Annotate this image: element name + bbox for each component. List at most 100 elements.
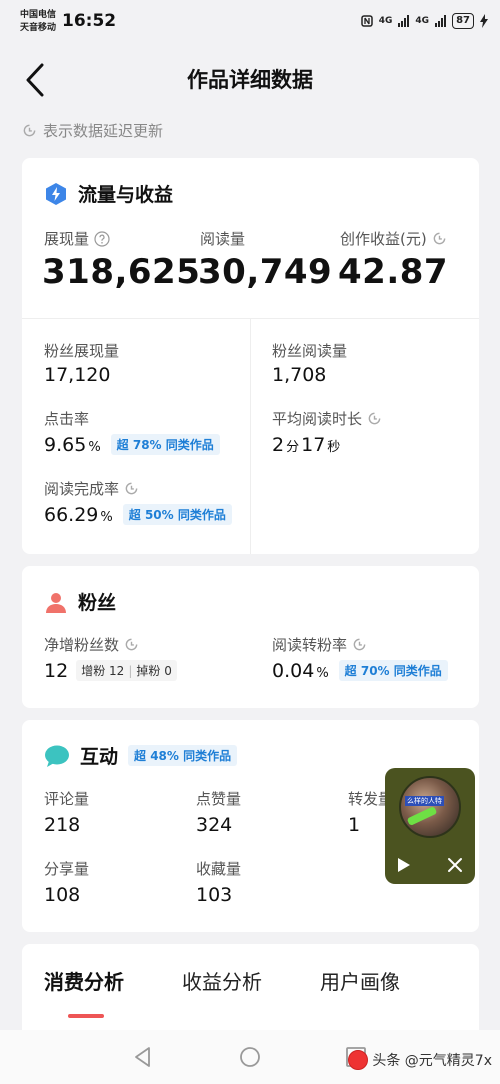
- convert-value: 0.04: [272, 660, 315, 682]
- ctr-unit: %: [88, 440, 101, 455]
- impressions-label: 展现量: [44, 228, 110, 249]
- fans-gain-loss-chip: 增粉 12 | 掉粉 0: [76, 660, 177, 681]
- net-fans-label: 净增粉丝数: [44, 634, 139, 655]
- tab-consumption-analysis[interactable]: 消费分析: [44, 966, 124, 995]
- fan-impressions-value: 17,120: [44, 364, 111, 386]
- interaction-badge: 超 48% 同类作品: [128, 745, 238, 766]
- traffic-card-title: 流量与收益: [44, 180, 173, 207]
- avg-time-label: 平均阅读时长: [272, 408, 382, 429]
- impressions-value: 318,625: [42, 252, 201, 292]
- signal-1-label: 4G: [378, 16, 393, 26]
- loss-value: 0: [164, 664, 172, 678]
- completion-label: 阅读完成率: [44, 478, 139, 499]
- favorites-value: 103: [196, 884, 233, 906]
- traffic-vertical-divider: [250, 318, 251, 554]
- comments-value: 218: [44, 814, 81, 836]
- header: 作品详细数据: [0, 46, 500, 116]
- likes-value: 324: [196, 814, 233, 836]
- ctr-value-row: 9.65% 超 78% 同类作品: [44, 434, 220, 457]
- fan-impressions-label: 粉丝展现量: [44, 342, 120, 360]
- avg-time-value: 2 分 17 秒: [272, 434, 340, 456]
- signal-1-icon: [398, 15, 410, 27]
- avg-time-sec-unit: 秒: [327, 440, 341, 455]
- convert-unit: %: [316, 666, 329, 681]
- completion-delay-icon: [125, 482, 138, 495]
- tab-user-profile[interactable]: 用户画像: [320, 966, 400, 995]
- ctr-value: 9.65: [44, 434, 87, 456]
- lightning-badge-icon: [46, 182, 66, 205]
- status-bar: 中国电信 天音移动 16:52 4G 4G 87: [0, 0, 500, 46]
- page-title: 作品详细数据: [187, 68, 313, 92]
- interaction-title-text: 互动: [80, 746, 119, 768]
- carrier-labels: 中国电信 天音移动: [20, 9, 56, 35]
- income-delay-icon: [433, 232, 446, 245]
- signal-2-label: 4G: [415, 16, 430, 26]
- net-fans-label-text: 净增粉丝数: [44, 636, 120, 654]
- income-label: 创作收益(元): [340, 228, 447, 249]
- convert-label: 阅读转粉率: [272, 634, 367, 655]
- income-label-text: 创作收益(元): [340, 230, 427, 248]
- clock: 16:52: [62, 11, 117, 31]
- nfc-icon: [361, 15, 373, 27]
- tab-income-analysis[interactable]: 收益分析: [182, 966, 262, 995]
- avg-time-min-unit: 分: [286, 440, 300, 455]
- share-label: 分享量: [44, 860, 90, 878]
- share-value: 108: [44, 884, 81, 906]
- speech-bubble-icon: [45, 745, 69, 767]
- completion-value-row: 66.29% 超 50% 同类作品: [44, 504, 232, 527]
- net-fans-value-row: 12 增粉 12 | 掉粉 0: [44, 660, 177, 683]
- nav-home-icon[interactable]: [239, 1046, 261, 1068]
- loss-label: 掉粉: [136, 664, 161, 678]
- chip-separator: |: [128, 664, 133, 678]
- watermark-logo: [348, 1050, 369, 1070]
- traffic-title-text: 流量与收益: [78, 184, 174, 206]
- convert-delay-icon: [353, 638, 366, 651]
- signal-2-icon: [435, 15, 447, 27]
- watermark: 头条 @元气精灵7x: [348, 1050, 492, 1070]
- carrier-2: 天音移动: [20, 23, 57, 33]
- delay-note-text: 表示数据延迟更新: [43, 122, 164, 140]
- completion-label-text: 阅读完成率: [44, 480, 120, 498]
- completion-unit: %: [100, 510, 113, 525]
- forwards-value: 1: [348, 814, 361, 836]
- battery-icon: 87: [452, 13, 474, 29]
- avg-time-min: 2: [272, 434, 285, 456]
- avg-time-label-text: 平均阅读时长: [272, 410, 363, 428]
- gain-value: 12: [109, 664, 125, 678]
- reads-label: 阅读量: [200, 230, 246, 248]
- net-fans-delay-icon: [125, 638, 138, 651]
- convert-badge: 超 70% 同类作品: [338, 660, 448, 681]
- charging-icon: [480, 14, 488, 28]
- convert-label-text: 阅读转粉率: [272, 636, 348, 654]
- favorites-label: 收藏量: [196, 860, 242, 878]
- floating-mini-player[interactable]: 么样的人特: [385, 768, 475, 884]
- fans-card: 粉丝 净增粉丝数 12 增粉 12 | 掉粉 0 阅读转粉率 0.04% 超 70%…: [22, 566, 479, 708]
- ctr-badge: 超 78% 同类作品: [110, 434, 220, 455]
- nav-back-icon[interactable]: [132, 1046, 154, 1068]
- convert-value-row: 0.04% 超 70% 同类作品: [272, 660, 448, 683]
- comments-label: 评论量: [44, 790, 90, 808]
- mini-player-thumbnail[interactable]: 么样的人特: [399, 776, 461, 838]
- play-icon[interactable]: [397, 858, 411, 872]
- reads-value: 30,749: [198, 252, 333, 292]
- impressions-label-text: 展现量: [44, 230, 90, 248]
- completion-value: 66.29: [44, 504, 99, 526]
- mini-player-thumb-text: 么样的人特: [405, 796, 444, 806]
- interaction-card-title: 互动 超 48% 同类作品: [44, 742, 238, 769]
- net-fans-value: 12: [44, 660, 69, 682]
- likes-label: 点赞量: [196, 790, 242, 808]
- traffic-income-card: 流量与收益 展现量 318,625 阅读量 30,749 创作收益(元) 42.…: [22, 158, 479, 554]
- analysis-tabs: 消费分析 收益分析 用户画像: [22, 944, 479, 1030]
- thumb-green-stroke: [406, 806, 438, 826]
- completion-badge: 超 50% 同类作品: [122, 504, 232, 525]
- help-icon[interactable]: [94, 230, 110, 247]
- active-tab-indicator: [68, 1014, 104, 1018]
- fan-reads-value: 1,708: [272, 364, 327, 386]
- carrier-1: 中国电信: [20, 10, 57, 20]
- delay-clock-icon: [23, 124, 36, 137]
- gain-label: 增粉: [81, 664, 106, 678]
- close-icon[interactable]: [447, 857, 463, 873]
- avg-time-sec: 17: [301, 434, 326, 456]
- fans-title-text: 粉丝: [78, 592, 117, 614]
- fans-card-title: 粉丝: [44, 588, 116, 615]
